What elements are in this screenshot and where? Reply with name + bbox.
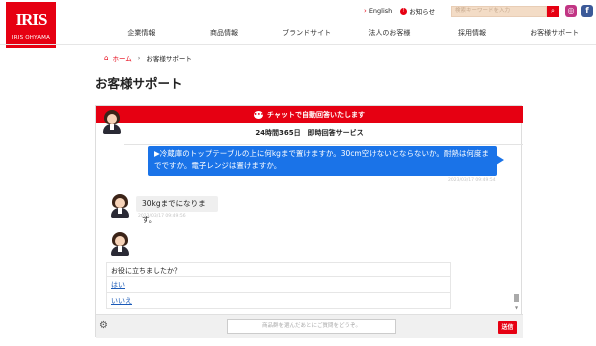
chat-panel: ••• チャットで自動回答いたします 24時間365日 即時回答サービス ▶冷蔵…	[95, 105, 523, 338]
bot-message: 30kgまでになります。	[136, 196, 218, 224]
gear-icon[interactable]: ⚙	[99, 320, 108, 331]
service-hours: 24時間365日 即時回答サービス	[255, 129, 364, 137]
survey-divider	[107, 292, 450, 293]
chat-header: ••• チャットで自動回答いたします	[96, 106, 523, 123]
survey-question: お役に立ちましたか？	[111, 267, 181, 275]
chat-header-label: チャットで自動回答いたします	[267, 110, 365, 119]
search-input[interactable]: 検索キーワードを入力	[451, 6, 547, 17]
instagram-icon[interactable]: ◎	[565, 5, 577, 17]
notice-link-label: お知らせ	[409, 8, 436, 16]
survey-no-link[interactable]: いいえ	[111, 296, 132, 306]
page-title: お客様サポート	[95, 76, 183, 91]
notice-icon: !	[400, 7, 408, 15]
page: IRIS IRIS OHYAMA › English ! お知らせ 検索キーワー…	[0, 0, 596, 346]
nav-item-company[interactable]: 企業情報	[100, 22, 183, 44]
bot-avatar	[109, 232, 131, 256]
survey-divider	[107, 276, 450, 277]
nav-item-support[interactable]: お客様サポート	[513, 22, 596, 44]
iris-ohyama-logo[interactable]: IRIS IRIS OHYAMA	[6, 2, 56, 48]
send-button[interactable]: 送信	[498, 321, 517, 334]
facebook-icon[interactable]: f	[581, 5, 593, 17]
hours-divider	[124, 144, 523, 145]
chat-input-bar: ⚙ 商品群を選んだあとにご質問をどうぞ。 送信	[96, 314, 523, 338]
english-link-label: English	[368, 7, 393, 15]
chat-message-input[interactable]: 商品群を選んだあとにご質問をどうぞ。	[227, 319, 396, 334]
survey-yes-link[interactable]: はい	[111, 280, 125, 290]
chat-scrollbar[interactable]	[514, 294, 519, 302]
home-icon: ⌂	[104, 54, 109, 62]
bot-message-time: 2023/03/17 09:49:56	[138, 214, 186, 219]
chevron-right-icon: ›	[364, 7, 367, 15]
user-message-time: 2023/03/17 09:49:54	[448, 178, 496, 183]
top-links: › English ! お知らせ	[364, 6, 443, 16]
scroll-down-icon[interactable]: ▼	[514, 305, 519, 310]
chat-bubble-icon: •••	[254, 110, 264, 119]
search-icon: ⌕	[551, 7, 555, 15]
logo-subtext: IRIS OHYAMA	[11, 35, 51, 41]
bot-avatar	[109, 194, 131, 218]
nav-item-products[interactable]: 商品情報	[183, 22, 266, 44]
english-link[interactable]: › English	[364, 7, 392, 15]
nav-item-brand-sites[interactable]: ブランドサイト	[265, 22, 348, 44]
global-nav: 企業情報 商品情報 ブランドサイト 法人のお客様 採用情報 お客様サポート	[100, 22, 596, 44]
breadcrumb-home[interactable]: ホーム	[112, 53, 131, 63]
header-divider	[0, 44, 596, 45]
breadcrumb: ⌂ ホーム › お客様サポート	[104, 53, 192, 63]
notice-link[interactable]: ! お知らせ	[400, 6, 435, 16]
nav-item-recruit[interactable]: 採用情報	[431, 22, 514, 44]
feedback-survey: お役に立ちましたか？ はい いいえ	[106, 262, 451, 309]
user-message: ▶冷蔵庫のトップテーブルの上に何kgまで置けますか。30cm空けないとならないか…	[148, 146, 497, 176]
breadcrumb-current: お客様サポート	[146, 55, 192, 63]
site-search: 検索キーワードを入力 ⌕	[451, 6, 559, 17]
chevron-right-icon: ›	[137, 54, 141, 62]
nav-item-business[interactable]: 法人のお客様	[348, 22, 431, 44]
user-message-tail	[496, 155, 504, 165]
logo-mark: IRIS	[15, 10, 48, 29]
search-button[interactable]: ⌕	[547, 6, 559, 17]
